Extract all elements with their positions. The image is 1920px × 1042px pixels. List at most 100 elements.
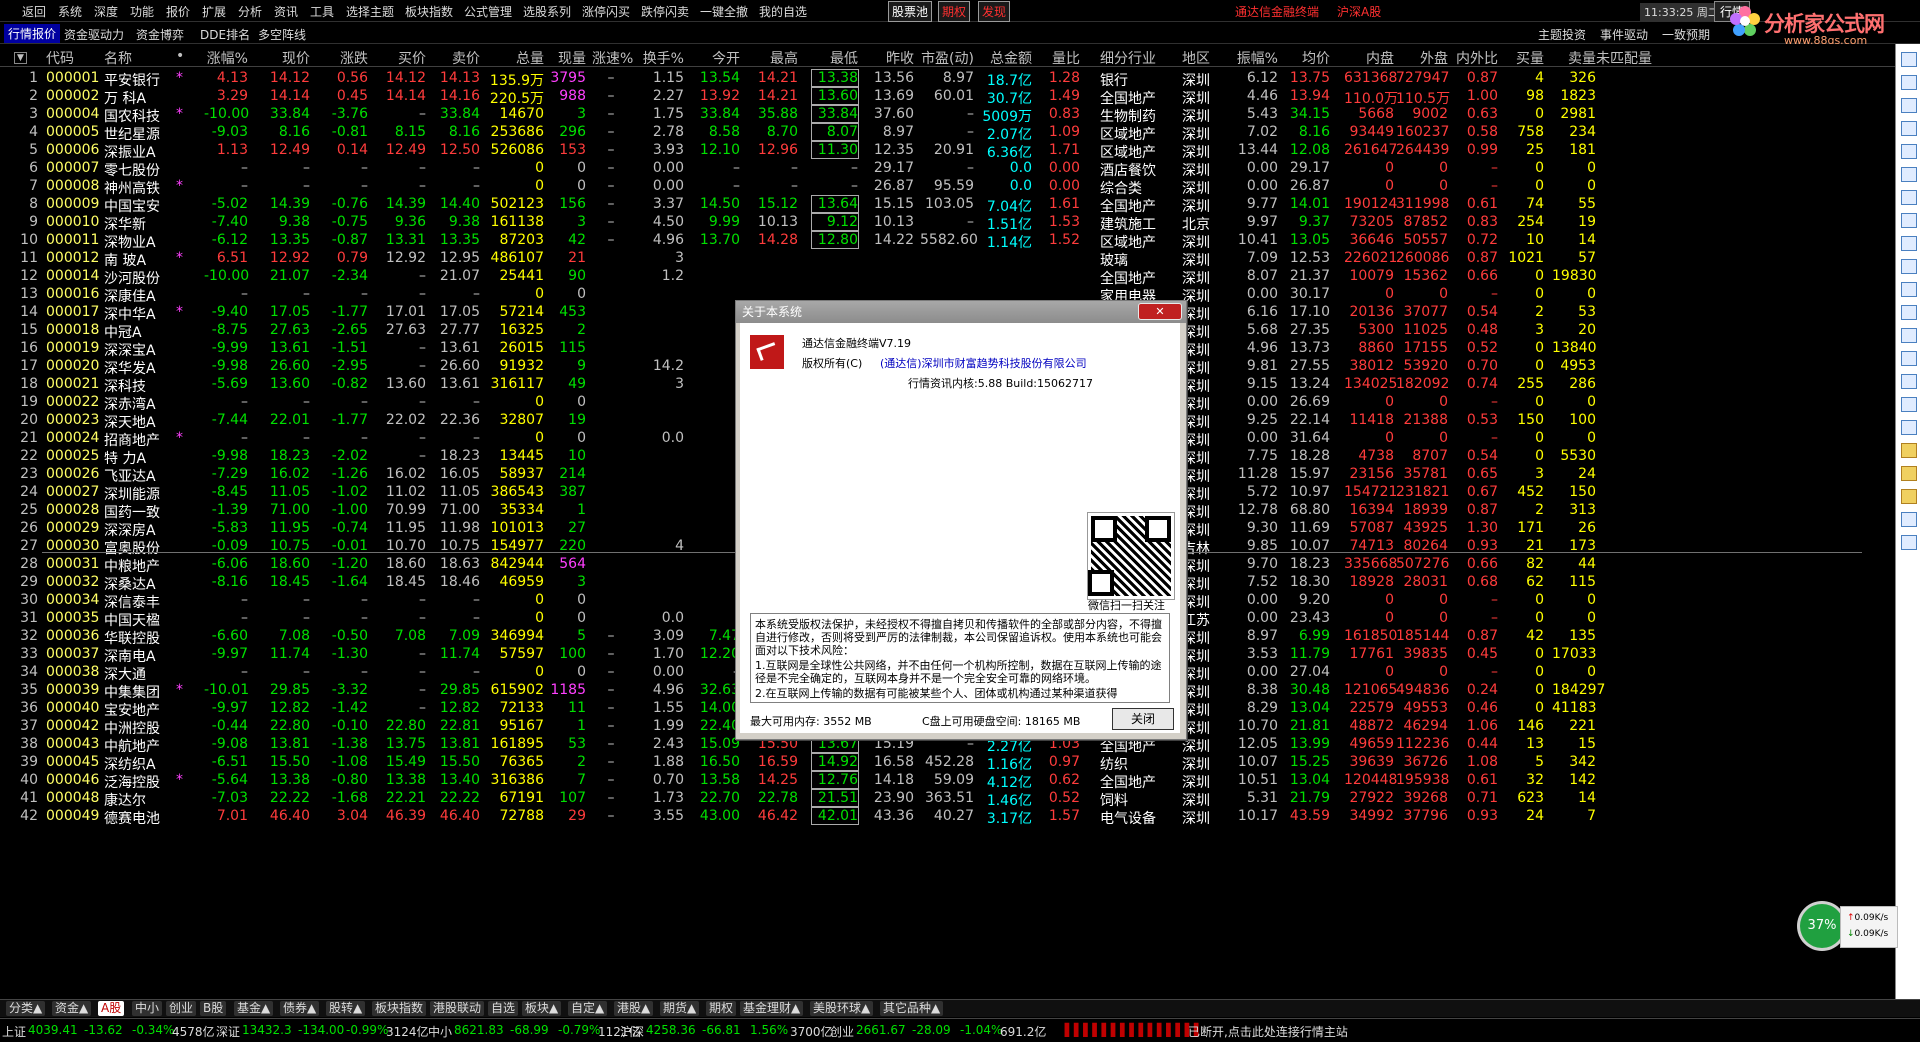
tab-4[interactable]: 多空阵线 [258,26,306,43]
toolbar-tool-icon[interactable] [1901,236,1917,251]
column-header[interactable]: 最低 [812,48,858,68]
menu-item[interactable]: 功能 [130,3,154,20]
column-header[interactable]: 内外比 [1452,48,1498,68]
tab-0[interactable]: 行情报价 [4,24,61,43]
column-header[interactable]: 名称 [104,48,176,68]
tab-right-2[interactable]: 一致预期 [1662,26,1710,43]
menu-item[interactable]: 深度 [94,3,118,20]
board-tab[interactable]: 基金理财▲ [740,1001,804,1016]
table-row[interactable]: 42 000049 德赛电池 7.01 46.40 3.04 46.39 46.40 72788… [0,804,1895,827]
board-tab[interactable]: 自定▲ [568,1001,608,1016]
column-header[interactable]: 卖量 [1552,48,1596,68]
column-header[interactable]: 总金额 [978,48,1032,68]
toolbar-tool-icon[interactable] [1901,351,1917,366]
column-header[interactable]: 买量 [1504,48,1544,68]
toolbar-tool-icon[interactable] [1901,466,1917,481]
toolbar-tool-icon[interactable] [1901,52,1917,67]
toolbar-tool-icon[interactable] [1901,305,1917,320]
menu-item-boxed[interactable]: 期权 [938,1,971,22]
board-tab[interactable]: 债券▲ [280,1001,320,1016]
board-tab[interactable]: 基金▲ [234,1001,274,1016]
menu-item[interactable]: 分析 [238,3,262,20]
toolbar-tool-icon[interactable] [1901,259,1917,274]
menu-item[interactable]: 我的自选 [759,3,807,20]
board-tab[interactable]: 板块▲ [522,1001,562,1016]
board-tab[interactable]: 股转▲ [326,1001,366,1016]
column-header[interactable]: 未匹配量 [1596,48,1652,68]
column-header[interactable]: 振幅% [1234,48,1278,68]
menu-item[interactable]: 工具 [310,3,334,20]
menu-item[interactable]: 选择主题 [346,3,394,20]
menu-item-boxed[interactable]: 股票池 [888,1,933,22]
column-header[interactable]: 最高 [752,48,798,68]
toolbar-tool-icon[interactable] [1901,328,1917,343]
menu-item[interactable]: 一键全撤 [700,3,748,20]
column-header[interactable]: 换手% [640,48,684,68]
board-tab[interactable]: 板块指数 [372,1001,427,1016]
menu-item[interactable]: 板块指数 [405,3,453,20]
column-header[interactable]: 外盘 [1396,48,1448,68]
column-header[interactable]: 涨速% [592,48,633,68]
board-tab[interactable]: A股 [98,1001,125,1016]
toolbar-tool-icon[interactable] [1901,374,1917,389]
tab-right-1[interactable]: 事件驱动 [1600,26,1648,43]
network-gauge[interactable]: 37% [1800,904,1844,948]
toolbar-tool-icon[interactable] [1901,167,1917,182]
toolbar-tool-icon[interactable] [1901,443,1917,458]
column-header[interactable]: 细分行业 [1100,48,1180,68]
column-header[interactable]: 地区 [1182,48,1226,68]
board-tab[interactable]: 美股环球▲ [810,1001,874,1016]
column-header[interactable]: 均价 [1282,48,1330,68]
column-header[interactable]: 市盈(动) [920,48,974,68]
board-tab[interactable]: 期权 [706,1001,737,1016]
menu-item[interactable]: 返回 [22,3,46,20]
menu-item[interactable]: 选股系列 [523,3,571,20]
menu-item[interactable]: 涨停闪买 [582,3,630,20]
index-value[interactable]: 8621.83 [454,1023,504,1037]
index-value[interactable]: 4039.41 [28,1023,78,1037]
column-header[interactable]: 卖价 [430,48,480,68]
toolbar-tool-icon[interactable] [1901,190,1917,205]
index-value[interactable]: 2661.67 [856,1023,906,1037]
toolbar-tool-icon[interactable] [1901,121,1917,136]
column-header[interactable]: 买价 [376,48,426,68]
tab-1[interactable]: 资金驱动力 [64,26,124,43]
menu-item[interactable]: 跌停闪卖 [641,3,689,20]
column-header[interactable]: ▼ [14,48,38,64]
board-tab[interactable]: B股 [200,1001,227,1016]
index-value[interactable]: 13432.3 [242,1023,292,1037]
menu-item[interactable]: 资讯 [274,3,298,20]
toolbar-tool-icon[interactable] [1901,489,1917,504]
column-header[interactable]: 昨收 [866,48,914,68]
menu-item[interactable]: 扩展 [202,3,226,20]
board-tab[interactable]: 其它品种▲ [880,1001,944,1016]
toolbar-tool-icon[interactable] [1901,397,1917,412]
dialog-titlebar[interactable]: 关于本系统 ✕ [736,301,1186,323]
column-header[interactable]: 总量 [484,48,544,68]
board-tab[interactable]: 创业 [166,1001,197,1016]
dropdown-icon[interactable]: ▼ [14,52,27,64]
toolbar-tool-icon[interactable] [1901,213,1917,228]
menu-item[interactable]: 公式管理 [464,3,512,20]
menu-item[interactable]: 报价 [166,3,190,20]
board-tab[interactable]: 中小 [132,1001,163,1016]
toolbar-tool-icon[interactable] [1901,282,1917,297]
column-header[interactable]: 量比 [1036,48,1080,68]
board-tab[interactable]: 分类▲ [6,1001,46,1016]
connection-status[interactable]: 已断开,点击此处连接行情主站 [1188,1023,1348,1040]
column-header[interactable]: 涨幅% [204,48,248,68]
index-value[interactable]: 4258.36 [646,1023,696,1037]
toolbar-tool-icon[interactable] [1901,75,1917,90]
column-header[interactable]: 现量 [546,48,586,68]
board-tab[interactable]: 港股▲ [614,1001,654,1016]
board-tab[interactable]: 资金▲ [52,1001,92,1016]
toolbar-tool-icon[interactable] [1901,512,1917,527]
company-link[interactable]: (通达信)深圳市财富趋势科技股份有限公司 [880,355,1087,371]
dialog-close-button[interactable]: 关闭 [1112,708,1174,730]
column-header[interactable]: 代码 [46,48,98,68]
column-header[interactable]: • [176,48,190,64]
column-header[interactable]: 涨跌 [318,48,368,68]
tab-right-0[interactable]: 主题投资 [1538,26,1586,43]
tab-2[interactable]: 资金博弈 [136,26,184,43]
dialog-close-x-button[interactable]: ✕ [1138,303,1182,320]
